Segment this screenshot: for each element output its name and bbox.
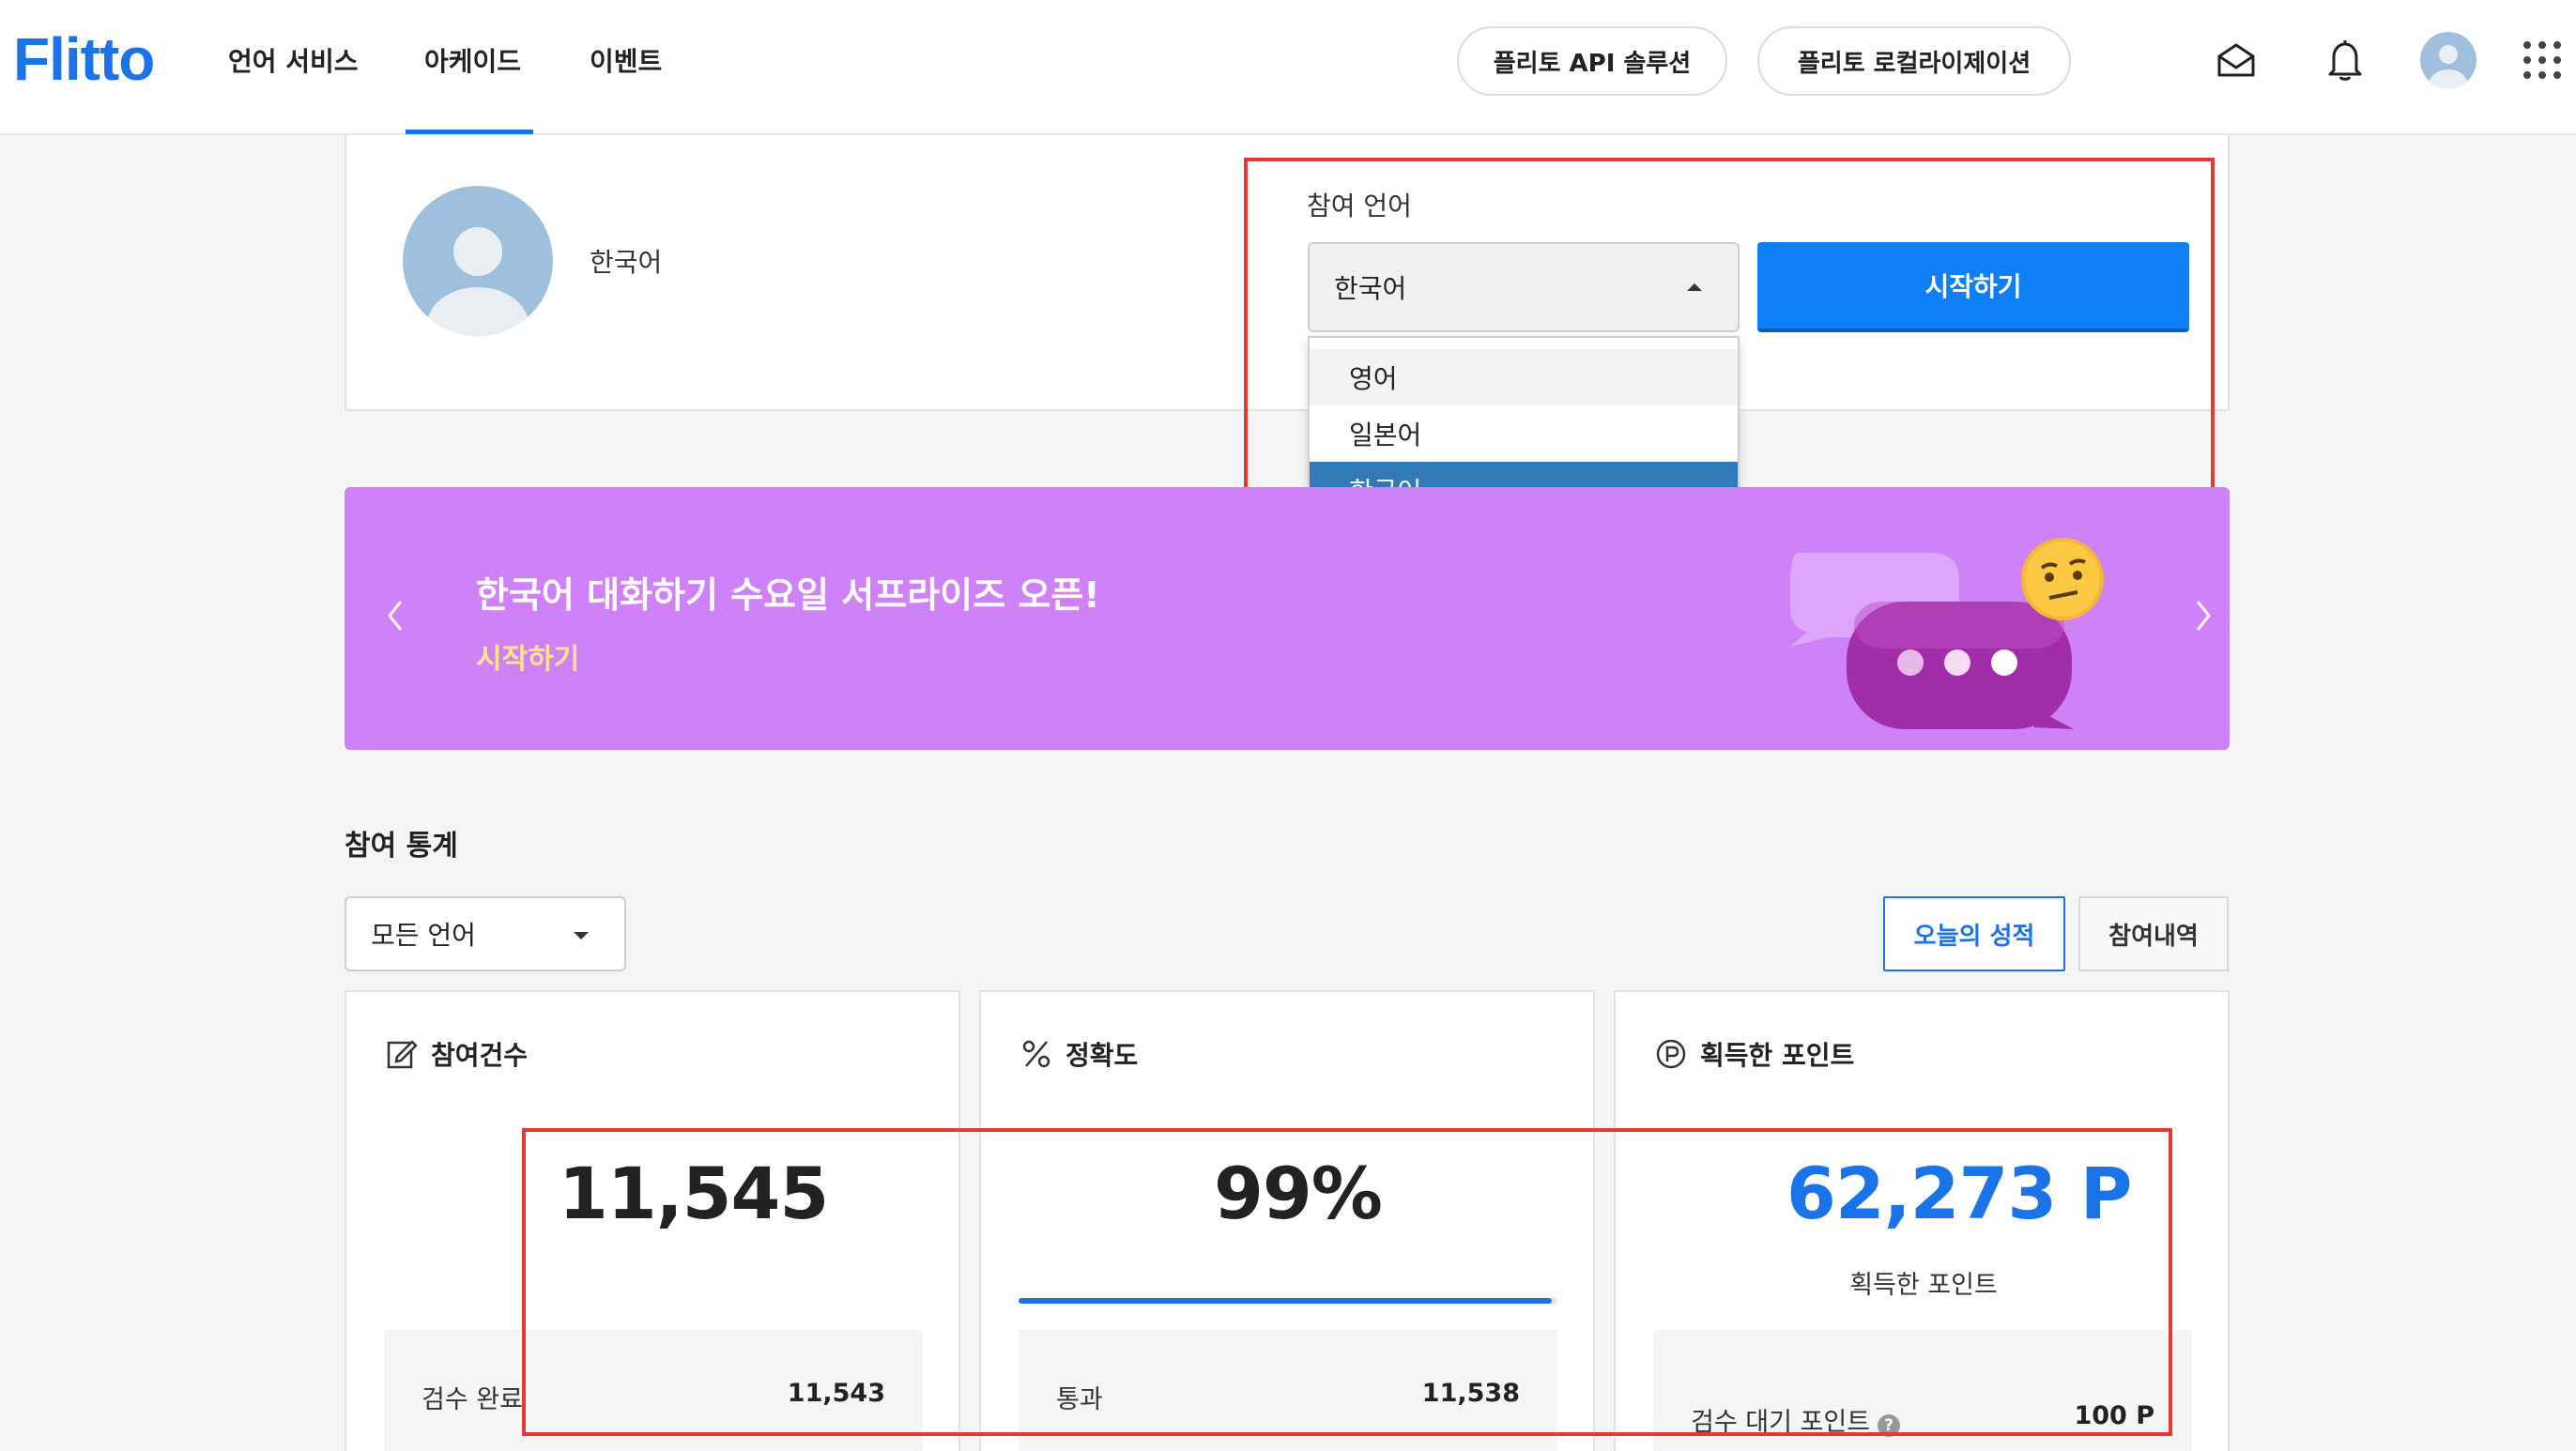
sub-label-wrap: 검수 대기 포인트?	[1691, 1401, 1901, 1438]
participation-language-label: 참여 언어	[1307, 191, 1412, 221]
banner-prev-icon[interactable]	[376, 592, 414, 639]
localization-button[interactable]: 플리토 로컬라이제이션	[1757, 26, 2071, 96]
accuracy-progress-fill	[1019, 1298, 1553, 1304]
mail-icon[interactable]	[2208, 32, 2264, 88]
caret-down-icon	[574, 932, 589, 939]
sub-value: 11,543	[787, 1379, 885, 1408]
chat-bubble-illustration-icon	[1790, 538, 2104, 729]
language-filter-select[interactable]: 모든 언어	[345, 896, 626, 971]
language-option-english[interactable]: 영어	[1310, 349, 1738, 405]
participation-count-value: 11,545	[559, 1152, 829, 1235]
stats-section-title: 참여 통계	[345, 830, 458, 863]
sub-panel: 통과 11,538	[1019, 1330, 1557, 1451]
profile-language: 한국어	[590, 247, 663, 278]
selected-language: 한국어	[1334, 273, 1407, 304]
language-option-japanese[interactable]: 일본어	[1310, 405, 1738, 462]
bell-icon[interactable]	[2317, 32, 2373, 88]
card-header: 참여건수	[386, 1035, 528, 1073]
tab-participation-history[interactable]: 참여내역	[2078, 896, 2229, 971]
card-title: 획득한 포인트	[1700, 1040, 1855, 1071]
edit-icon	[387, 1040, 418, 1069]
caret-up-icon	[1687, 283, 1702, 291]
sub-panel: 검수 완료 11,543	[384, 1330, 923, 1451]
tab-today-results[interactable]: 오늘의 성적	[1883, 896, 2065, 971]
percent-icon	[1022, 1040, 1050, 1068]
card-header: 정확도	[1020, 1035, 1138, 1073]
help-icon[interactable]: ?	[1878, 1414, 1901, 1437]
accuracy-progress-bar	[1019, 1298, 1557, 1304]
points-value: 62,273 P	[1786, 1152, 2132, 1235]
banner-start-link[interactable]: 시작하기	[476, 635, 579, 677]
card-title: 참여건수	[431, 1040, 529, 1071]
sub-panel: 검수 대기 포인트? 100 P	[1653, 1330, 2192, 1451]
flitto-logo[interactable]: Flitto	[13, 24, 155, 94]
sub-label: 검수 대기 포인트	[1691, 1408, 1871, 1437]
banner-next-icon[interactable]	[2185, 592, 2222, 639]
top-navigation-bar: Flitto 언어 서비스 아케이드 이벤트 플리토 API 솔루션 플리토 로…	[0, 0, 2576, 135]
sub-label: 검수 완료	[422, 1385, 523, 1414]
accuracy-card: 정확도 99% 통과 11,538	[979, 990, 1595, 1451]
points-card: 획득한 포인트 62,273 P 획득한 포인트 검수 대기 포인트? 100 …	[1614, 990, 2230, 1451]
api-solution-button[interactable]: 플리토 API 솔루션	[1457, 26, 1727, 96]
point-coin-icon	[1656, 1039, 1686, 1069]
user-avatar[interactable]	[2420, 32, 2476, 88]
participation-count-card: 참여건수 11,545 검수 완료 11,543	[345, 990, 960, 1451]
active-nav-indicator	[406, 130, 533, 134]
apps-grid-icon[interactable]	[2514, 32, 2570, 88]
sub-label: 통과	[1056, 1385, 1103, 1414]
accuracy-value: 99%	[1214, 1152, 1383, 1235]
filter-value: 모든 언어	[371, 920, 476, 951]
sub-value: 100 P	[2074, 1401, 2154, 1430]
nav-language-services[interactable]: 언어 서비스	[228, 41, 359, 79]
participation-language-select[interactable]: 한국어	[1308, 242, 1740, 332]
nav-arcade[interactable]: 아케이드	[424, 41, 521, 79]
banner-title: 한국어 대화하기 수요일 서프라이즈 오픈!	[476, 574, 1100, 616]
card-header: 획득한 포인트	[1655, 1035, 1854, 1073]
nav-events[interactable]: 이벤트	[590, 41, 662, 79]
profile-avatar	[403, 186, 553, 336]
card-title: 정확도	[1066, 1040, 1139, 1071]
points-caption: 획득한 포인트	[1849, 1271, 1998, 1300]
start-button[interactable]: 시작하기	[1757, 242, 2189, 332]
promo-banner[interactable]: 한국어 대화하기 수요일 서프라이즈 오픈! 시작하기	[345, 487, 2230, 750]
sub-value: 11,538	[1421, 1379, 1520, 1408]
